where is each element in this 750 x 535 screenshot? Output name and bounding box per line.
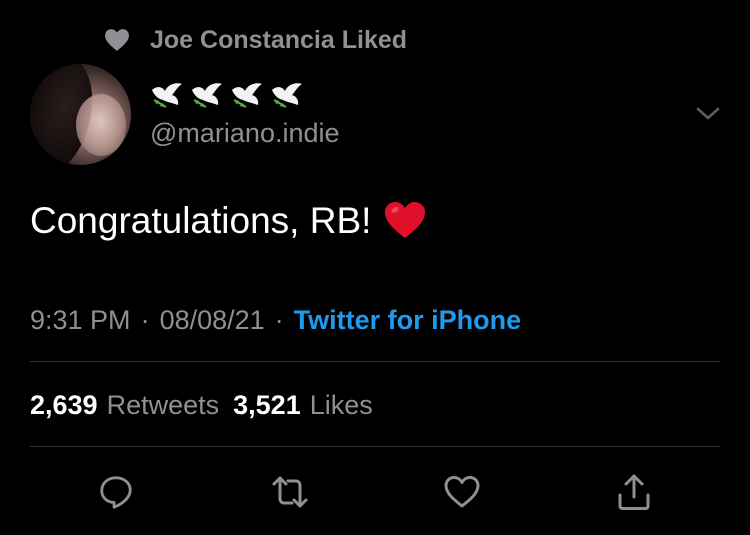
- tweet-meta: 9:31 PM · 08/08/21 · Twitter for iPhone: [30, 305, 521, 336]
- retweets-count[interactable]: 2,639: [30, 390, 98, 421]
- divider: [30, 446, 720, 447]
- likes-label[interactable]: Likes: [310, 390, 373, 421]
- tweet-source-link[interactable]: Twitter for iPhone: [294, 305, 522, 336]
- retweets-label[interactable]: Retweets: [107, 390, 220, 421]
- dove-emoji-icon: [192, 83, 222, 108]
- tweet-text: Congratulations, RB!: [30, 200, 372, 241]
- meta-separator: ·: [140, 305, 150, 335]
- share-icon: [618, 474, 650, 510]
- retweet-button[interactable]: [270, 472, 310, 512]
- dove-emoji-icon: [272, 83, 302, 108]
- share-button[interactable]: [614, 472, 654, 512]
- display-name[interactable]: [150, 80, 304, 110]
- social-context[interactable]: Joe Constancia Liked: [104, 26, 407, 55]
- tweet-body: Congratulations, RB!: [30, 200, 427, 242]
- chevron-down-icon[interactable]: [695, 105, 721, 123]
- likes-count[interactable]: 3,521: [233, 390, 301, 421]
- red-heart-emoji-icon: [383, 200, 427, 242]
- tweet-time: 9:31 PM: [30, 305, 131, 335]
- avatar[interactable]: [30, 64, 131, 165]
- like-button[interactable]: [442, 472, 482, 512]
- reply-icon: [100, 476, 132, 509]
- dove-emoji-icon: [152, 83, 182, 108]
- divider: [30, 361, 720, 362]
- dove-emoji-icon: [232, 83, 262, 108]
- retweet-icon: [272, 476, 308, 508]
- reply-button[interactable]: [96, 472, 136, 512]
- social-context-text: Joe Constancia Liked: [150, 26, 408, 54]
- author-handle[interactable]: @mariano.indie: [150, 118, 340, 149]
- meta-separator: ·: [274, 305, 284, 335]
- tweet-stats: 2,639 Retweets 3,521 Likes: [30, 390, 387, 421]
- avatar-face: [76, 94, 126, 156]
- tweet-date: 08/08/21: [159, 305, 265, 335]
- like-icon: [444, 476, 480, 508]
- heart-icon: [104, 28, 132, 54]
